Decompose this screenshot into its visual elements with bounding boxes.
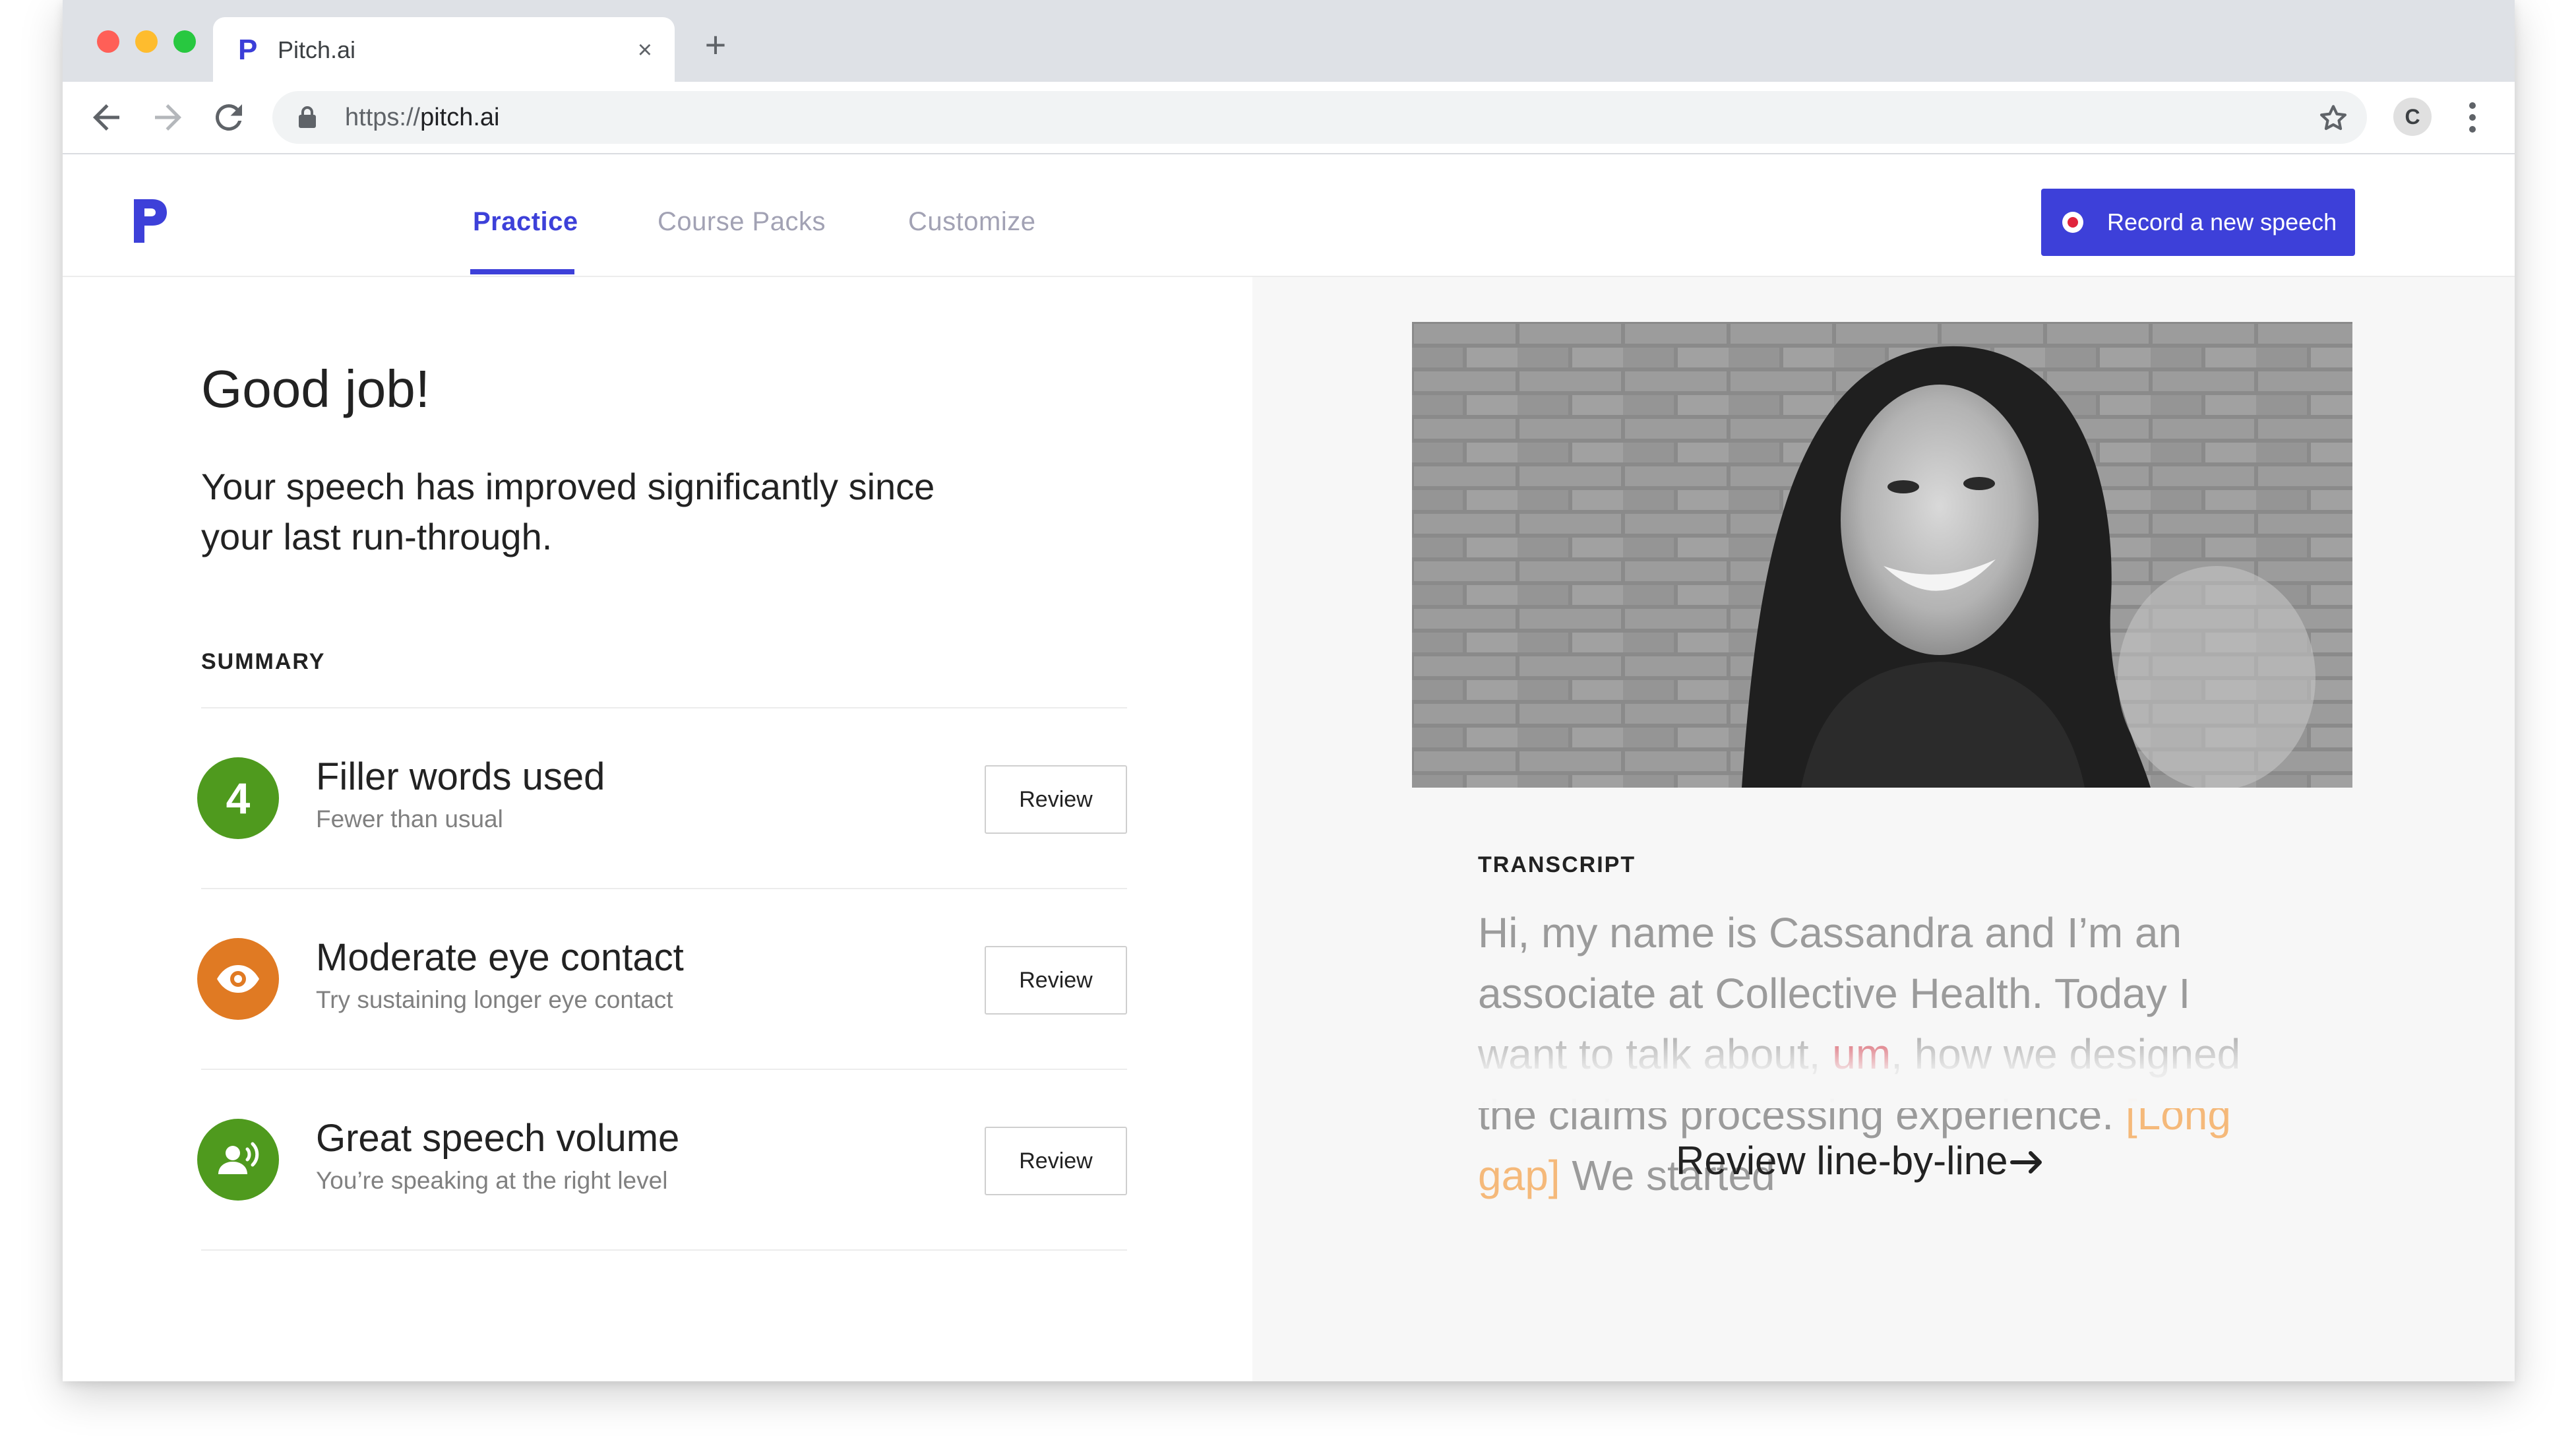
speech-video-thumbnail[interactable] — [1412, 322, 2352, 788]
browser-toolbar: https://pitch.ai C — [63, 82, 2515, 154]
app-header: Practice Course Packs Customize Record a… — [63, 165, 2515, 277]
profile-avatar[interactable]: C — [2393, 98, 2432, 136]
tab-course-packs[interactable]: Course Packs — [658, 202, 826, 241]
summary-item-speech-volume: Great speech volume You’re speaking at t… — [63, 1070, 1252, 1249]
summary-item-subtitle: Fewer than usual — [316, 805, 503, 832]
bookmark-star-icon[interactable] — [2317, 102, 2350, 135]
summary-item-title: Filler words used — [316, 755, 605, 798]
transcript-fade-overlay — [1450, 1022, 2308, 1108]
summary-item-subtitle: You’re speaking at the right level — [316, 1167, 668, 1194]
summary-item-subtitle: Try sustaining longer eye contact — [316, 986, 673, 1013]
browser-tab[interactable]: P Pitch.ai × — [213, 17, 675, 82]
tab-title: Pitch.ai — [278, 36, 356, 63]
filler-count-badge: 4 — [197, 757, 279, 839]
zoom-window-button[interactable] — [173, 30, 196, 53]
favicon-icon: P — [238, 34, 258, 66]
review-line-by-line-link[interactable]: Review line-by-line — [1676, 1135, 2008, 1187]
minimize-window-button[interactable] — [135, 30, 158, 53]
page-title: Good job! — [201, 360, 430, 418]
summary-item-eye-contact: Moderate eye contact Try sustaining long… — [63, 889, 1252, 1069]
browser-window: P Pitch.ai × + https://pitch.ai C Practi… — [63, 0, 2515, 1381]
transcript-panel: TRANSCRIPT Hi, my name is Cassandra and … — [1252, 277, 2515, 1381]
summary-item-filler-words: 4 Filler words used Fewer than usual Rev… — [63, 708, 1252, 888]
review-filler-words-button[interactable]: Review — [985, 765, 1127, 834]
back-icon[interactable] — [86, 98, 126, 137]
active-tab-indicator — [470, 269, 574, 274]
record-icon — [2062, 212, 2083, 233]
speaker-voice-icon — [197, 1119, 279, 1201]
tab-strip: P Pitch.ai × + — [63, 0, 2515, 82]
summary-item-title: Moderate eye contact — [316, 936, 684, 979]
review-eye-contact-button[interactable]: Review — [985, 946, 1127, 1015]
review-speech-volume-button[interactable]: Review — [985, 1127, 1127, 1195]
summary-item-title: Great speech volume — [316, 1117, 680, 1160]
url-text: https://pitch.ai — [345, 104, 500, 131]
pitch-logo-icon[interactable] — [131, 198, 171, 244]
lock-icon — [297, 106, 317, 129]
divider — [201, 1249, 1127, 1251]
forward-icon[interactable] — [148, 98, 188, 137]
new-tab-button[interactable]: + — [696, 25, 735, 65]
record-new-speech-button[interactable]: Record a new speech — [2041, 189, 2355, 256]
record-button-label: Record a new speech — [2107, 208, 2337, 235]
results-panel: Good job! Your speech has improved signi… — [63, 277, 1252, 1381]
reload-icon[interactable] — [209, 98, 249, 137]
tab-customize[interactable]: Customize — [908, 202, 1035, 241]
tab-close-icon[interactable]: × — [638, 34, 652, 66]
eye-icon — [197, 938, 279, 1020]
transcript-heading: TRANSCRIPT — [1478, 852, 1636, 877]
arrow-right-icon[interactable] — [2009, 1149, 2046, 1176]
address-bar[interactable]: https://pitch.ai — [272, 91, 2367, 144]
browser-menu-icon[interactable] — [2467, 99, 2478, 136]
page-subtitle: Your speech has improved significantly s… — [201, 466, 935, 557]
tab-practice[interactable]: Practice — [473, 202, 578, 241]
summary-heading: SUMMARY — [201, 649, 326, 674]
close-window-button[interactable] — [97, 30, 119, 53]
